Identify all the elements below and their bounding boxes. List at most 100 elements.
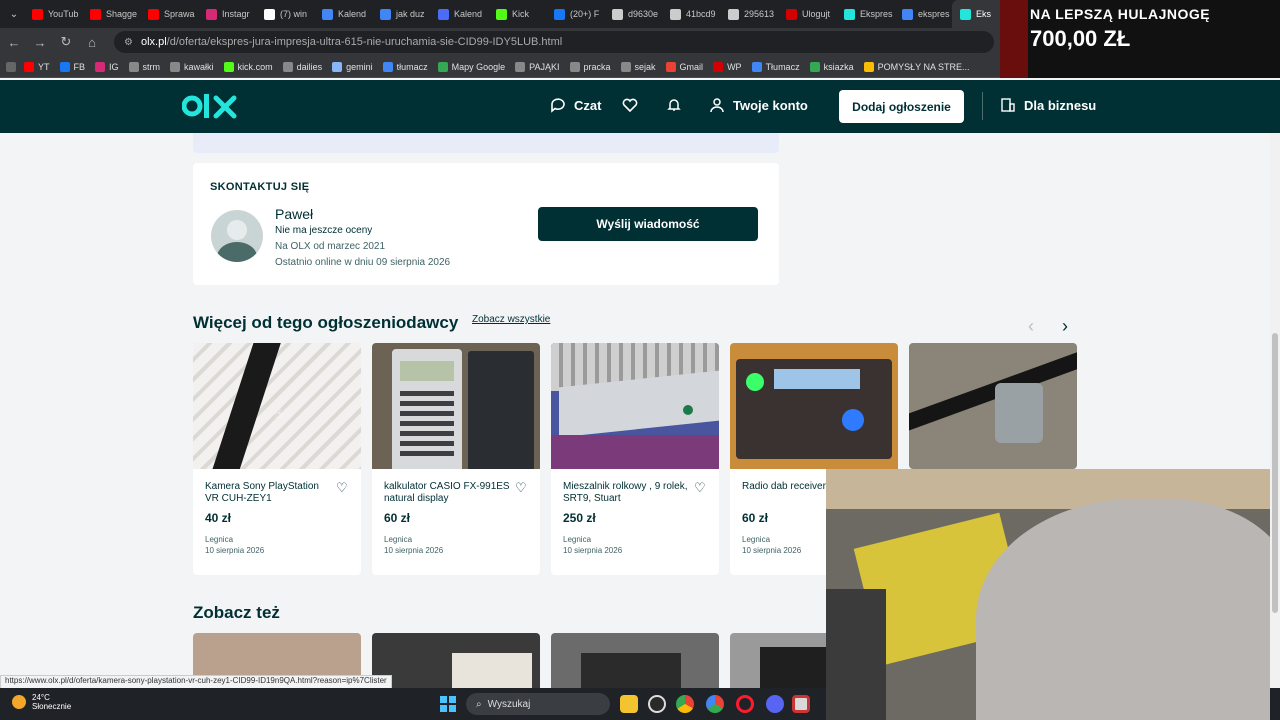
apps-grid-icon[interactable] [6,61,16,72]
bookmark-item[interactable]: dailies [282,61,322,72]
seller-rating: Nie ma jeszcze oceny [275,225,373,236]
listing-image[interactable] [551,343,719,469]
overlay-line1: NA LEPSZĄ HULAJNOGĘ [1030,6,1211,22]
browser-tab[interactable]: Kick [488,0,546,28]
browser-tab[interactable]: 41bcd9 [662,0,720,28]
add-listing-button[interactable]: Dodaj ogłoszenie [839,90,964,123]
back-arrow-icon[interactable]: ← [2,30,26,54]
bookmark-item[interactable]: WP [713,61,742,72]
favorite-heart-icon[interactable]: ♡ [336,480,348,496]
bookmark-item[interactable]: Tłumacz [751,61,800,72]
windows-start-icon[interactable] [440,696,456,712]
bookmark-label: Tłumacz [765,61,800,72]
browser-tab[interactable]: Kalend [430,0,488,28]
tab-favicon-icon [612,8,623,20]
browser-tab[interactable]: Ulogujt [778,0,836,28]
carousel-next-icon[interactable]: › [1062,316,1068,337]
contact-title: SKONTAKTUJ SIĘ [210,181,310,193]
bookmark-item[interactable]: sejak [620,61,656,72]
bookmark-item[interactable]: PAJĄKI [515,61,560,72]
bookmark-item[interactable]: FB [59,61,85,72]
browser-tab[interactable]: Shagge [82,0,140,28]
more-from-seller-title: Więcej od tego ogłoszeniodawcy [193,313,459,332]
bookmark-favicon-icon [223,61,234,72]
olx-header: Czat Twoje konto Dodaj ogłoszenie Dla bi… [0,80,1280,133]
discord-icon[interactable] [766,695,784,713]
chat-link[interactable]: Czat [550,97,601,113]
page-scrollbar[interactable] [1270,133,1280,688]
bookmark-item[interactable]: gemini [332,61,373,72]
listing-image[interactable]: ☝ [193,343,361,469]
previous-section-strip [193,133,779,153]
favorite-heart-icon[interactable]: ♡ [515,480,527,496]
tab-favicon-icon [670,8,681,20]
bookmark-item[interactable]: IG [95,61,119,72]
browser-tab[interactable]: d9630e [604,0,662,28]
bookmark-item[interactable]: kick.com [223,61,273,72]
notifications-bell-icon[interactable] [666,97,682,113]
bookmark-item[interactable]: Gmail [665,61,703,72]
see-also-card[interactable] [372,633,540,688]
bookmark-item[interactable]: kawałki [170,61,214,72]
browser-tab[interactable]: (7) win [256,0,314,28]
opera-icon[interactable] [736,695,754,713]
bookmark-item[interactable]: Mapy Google [437,61,505,72]
listing-image[interactable] [372,343,540,469]
bookmark-favicon-icon [170,61,181,72]
browser-tab[interactable]: Instagr [198,0,256,28]
browser-tab[interactable]: jak duz [372,0,430,28]
chrome-icon[interactable] [676,695,694,713]
chrome-variant-icon[interactable] [706,695,724,713]
tab-favicon-icon [32,8,43,20]
bookmark-item[interactable]: strm [128,61,160,72]
listing-title[interactable]: Kamera Sony PlayStation VR CUH-ZEY1 [205,481,335,505]
scrollbar-thumb[interactable] [1272,333,1278,613]
see-all-link[interactable]: Zobacz wszystkie [472,314,550,325]
send-message-button[interactable]: Wyślij wiadomość [538,207,758,241]
browser-tab[interactable]: YouTub [24,0,82,28]
home-icon[interactable]: ⌂ [80,30,104,54]
bookmark-item[interactable]: YT [24,61,50,72]
forward-arrow-icon[interactable]: → [28,30,52,54]
listing-image[interactable] [730,343,898,469]
business-link[interactable]: Dla biznesu [1000,97,1096,113]
browser-tab[interactable]: ekspres [894,0,952,28]
listing-card[interactable]: kalkulator CASIO FX-991ES natural displa… [372,343,540,575]
bookmark-label: kawałki [184,61,214,72]
browser-tab[interactable]: (20+) F [546,0,604,28]
site-info-icon[interactable]: ⚙ [124,37,133,48]
favorites-heart-icon[interactable] [622,97,638,113]
bookmark-item[interactable]: pracka [569,61,611,72]
browser-tab[interactable]: Kalend [314,0,372,28]
file-explorer-icon[interactable] [620,695,638,713]
reload-icon[interactable]: ↻ [54,30,78,54]
listing-card[interactable]: Mieszalnik rolkowy , 9 rolek, SRT9, Stua… [551,343,719,575]
listing-card[interactable]: ☝ Kamera Sony PlayStation VR CUH-ZEY1 ♡ … [193,343,361,575]
listing-location: Legnica [742,535,771,544]
url-path: /d/oferta/ekspres-jura-impresja-ultra-61… [166,36,563,48]
bookmark-item[interactable]: POMYSŁY NA STRE... [863,61,969,72]
browser-tab[interactable]: Sprawa [140,0,198,28]
favorite-heart-icon[interactable]: ♡ [694,480,706,496]
listing-title[interactable]: kalkulator CASIO FX-991ES natural displa… [384,481,514,505]
app-icon[interactable] [792,695,810,713]
tab-list-chevron-icon[interactable]: ⌄ [4,9,24,20]
see-also-card[interactable] [551,633,719,688]
tab-label: (20+) F [570,9,600,19]
browser-tab[interactable]: 295613 [720,0,778,28]
listing-card[interactable] [909,343,1077,469]
listing-image[interactable] [909,343,1077,469]
obs-icon[interactable] [648,695,666,713]
taskbar-search[interactable]: ⌕ Wyszukaj [466,693,610,715]
weather-widget[interactable]: 24°C Słonecznie [12,693,71,711]
bookmark-item[interactable]: tłumacz [382,61,428,72]
account-link[interactable]: Twoje konto [709,97,808,113]
contact-card: SKONTAKTUJ SIĘ Paweł Nie ma jeszcze ocen… [193,163,779,285]
weather-temp: 24°C [32,693,50,702]
carousel-prev-icon[interactable]: ‹ [1028,316,1034,337]
address-bar[interactable]: ⚙ olx.pl/d/oferta/ekspres-jura-impresja-… [114,31,994,53]
browser-tab[interactable]: Ekspres [836,0,894,28]
bookmark-item[interactable]: ksiazka [809,61,854,72]
listing-title[interactable]: Mieszalnik rolkowy , 9 rolek, SRT9, Stua… [563,481,693,505]
olx-logo[interactable] [182,92,238,120]
